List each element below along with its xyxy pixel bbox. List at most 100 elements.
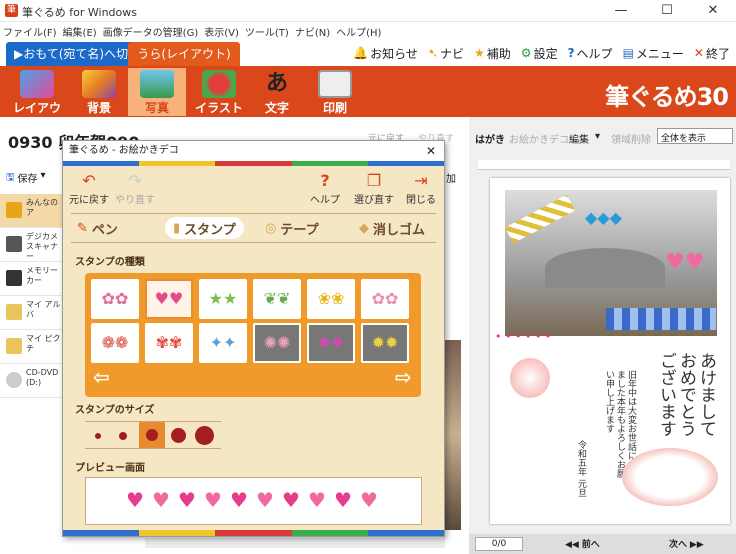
disc-icon <box>6 372 22 388</box>
menu-file[interactable]: ファイル(F) <box>0 22 60 41</box>
pen-label: ペン <box>91 222 118 238</box>
menu-edit[interactable]: 編集(E) <box>60 22 100 41</box>
minimize-button[interactable]: — <box>598 0 644 22</box>
redo-button[interactable]: ↷ やり直す <box>115 171 155 207</box>
stamp-option-star-icon[interactable]: ★★ <box>199 279 247 319</box>
stamp-option-camellia-icon[interactable]: ✾✾ <box>145 323 193 363</box>
side-item-camera[interactable]: デジカメ スキャナー <box>0 228 62 262</box>
menu-image-manage[interactable]: 画像データの管理(G) <box>100 22 202 41</box>
camellia-icon: ✾✾ <box>155 333 183 352</box>
star-icon: ★ <box>474 46 485 60</box>
layout-button[interactable]: レイアウト <box>8 68 66 132</box>
size-option-4[interactable] <box>171 428 186 443</box>
prev-button[interactable]: ◀◀ 前へ <box>565 537 600 550</box>
camera-icon <box>6 236 22 252</box>
menu-link[interactable]: ▤ メニュー <box>623 44 684 62</box>
prev-page-arrow-icon[interactable]: ⇦ <box>93 367 110 387</box>
tape-tool[interactable]: ◎ テープ <box>265 217 319 239</box>
settings-link[interactable]: ⚙ 設定 <box>521 44 558 62</box>
stamp-option-sparkle-star-icon[interactable]: ✦✦ <box>199 323 247 363</box>
stamp-option-ribbon-icon[interactable]: ✸✸ <box>307 323 355 363</box>
front-mode-tab[interactable]: ▶おもて(宛て名)へ切替 <box>6 42 149 66</box>
flower-icon: ✿✿ <box>101 289 129 308</box>
stamp-option-sakura-icon[interactable]: ✿✿ <box>361 279 409 319</box>
menu-help[interactable]: ヘルプ(H) <box>333 22 384 41</box>
pen-icon: ✎ <box>77 220 88 236</box>
size-option-1[interactable] <box>95 433 101 439</box>
eraser-label: 消しゴム <box>373 222 426 238</box>
horizontal-scrollbar[interactable] <box>145 538 445 548</box>
assist-label: 補助 <box>486 46 511 61</box>
text-button[interactable]: あ文字 <box>248 68 306 116</box>
menu-navi[interactable]: ナビ(N) <box>292 22 333 41</box>
redo-icon: ↷ <box>128 171 142 190</box>
sakura-icon: ✿✿ <box>371 289 399 308</box>
stamp-option-burst-icon[interactable]: ✹✹ <box>361 323 409 363</box>
dialog-close-button[interactable]: ⇥ 閉じる <box>401 171 441 207</box>
edit-menu[interactable]: 編集 <box>569 131 589 146</box>
stamp-option-plum-icon[interactable]: ❁❁ <box>91 323 139 363</box>
delete-area-link[interactable]: 領域削除 <box>611 131 651 146</box>
menu-view[interactable]: 表示(V) <box>201 22 242 41</box>
save-label: 保存 <box>17 174 38 185</box>
bell-icon: 🔔 <box>353 46 369 60</box>
background-button[interactable]: 背景 <box>70 68 128 116</box>
stamp-kind-heading: スタンプの種類 <box>75 257 145 268</box>
navi-link[interactable]: ➷ ナビ <box>428 44 464 62</box>
side-item-memory[interactable]: メモリーカー <box>0 262 62 296</box>
notice-link[interactable]: 🔔 お知らせ <box>353 44 418 62</box>
navi-icon: ➷ <box>427 46 438 60</box>
stamp-size-heading: スタンプのサイズ <box>75 405 155 416</box>
side-item-album[interactable]: マイ アルバ <box>0 296 62 330</box>
pen-tool[interactable]: ✎ ペン <box>77 217 118 239</box>
side-label: マイ アルバ <box>26 300 61 319</box>
add-label[interactable]: 加 <box>446 170 456 185</box>
stamp-option-flower-icon[interactable]: ✿✿ <box>91 279 139 319</box>
window-title: 筆ぐるめ for Windows <box>22 6 138 19</box>
navi-label: ナビ <box>440 46 465 61</box>
close-window-button[interactable]: ✕ <box>690 0 736 22</box>
dialog-close-icon[interactable]: ✕ <box>426 141 436 161</box>
menu-tools[interactable]: ツール(T) <box>242 22 292 41</box>
side-item-everyone[interactable]: みんなのア <box>0 194 62 228</box>
next-page-arrow-icon[interactable]: ⇨ <box>395 367 412 387</box>
view-select[interactable]: 全体を表示 <box>657 128 733 144</box>
stamp-option-leaf-icon[interactable]: ❦❦ <box>253 279 301 319</box>
copy-icon: ❐ <box>366 171 382 190</box>
dialog-color-bar <box>63 161 445 166</box>
size-option-5[interactable] <box>195 426 214 445</box>
text-glyph-icon: あ <box>265 71 288 96</box>
help-link[interactable]: ? ヘルプ <box>568 44 613 62</box>
back-mode-tab[interactable]: うら(レイアウト) <box>128 42 240 66</box>
select-redo-button[interactable]: ❐ 選び直す <box>353 171 395 207</box>
photo-button[interactable]: 写真 <box>128 68 186 116</box>
dialog-bottom-bar <box>63 530 445 536</box>
dialog-help-button[interactable]: ? ヘルプ <box>305 171 345 207</box>
maximize-button[interactable]: ☐ <box>644 0 690 22</box>
stamp-option-heart-icon[interactable]: ♥♥ <box>145 279 193 319</box>
size-option-2[interactable] <box>119 432 127 440</box>
menu-label: メニュー <box>635 46 684 61</box>
stamp-option-firework-icon[interactable]: ✺✺ <box>253 323 301 363</box>
preview-heart-icon: ♥ <box>334 488 352 512</box>
size-option-3[interactable] <box>146 429 158 441</box>
print-button[interactable]: 印刷 <box>306 68 364 116</box>
card-type-label: はがき <box>475 135 505 146</box>
side-item-dvd[interactable]: CD-DVD (D:) <box>0 364 62 398</box>
assist-link[interactable]: ★ 補助 <box>474 44 511 62</box>
eraser-tool[interactable]: ◆ 消しゴム <box>359 217 425 239</box>
side-label: みんなのア <box>26 198 58 217</box>
tape-icon: ◎ <box>265 220 277 236</box>
save-button[interactable]: 🖫 保存 ▾ <box>6 170 46 187</box>
next-button[interactable]: 次へ ▶▶ <box>669 537 704 550</box>
stamp-option-ginkgo-icon[interactable]: ❀❀ <box>307 279 355 319</box>
stamp-tool[interactable]: ▮ スタンプ <box>165 217 244 239</box>
exit-link[interactable]: ✕ 終了 <box>694 44 730 62</box>
preview-heart-icon: ♥ <box>152 488 170 512</box>
status-bar: 0/0 ◀◀ 前へ 次へ ▶▶ <box>469 534 736 554</box>
deco-link[interactable]: お絵かきデコ <box>509 131 569 146</box>
undo-button[interactable]: ↶ 元に戻す <box>69 171 109 207</box>
illust-button[interactable]: イラスト <box>190 68 248 116</box>
side-item-pictures[interactable]: マイ ピクチ <box>0 330 62 364</box>
prev-label: 前へ <box>581 540 600 550</box>
